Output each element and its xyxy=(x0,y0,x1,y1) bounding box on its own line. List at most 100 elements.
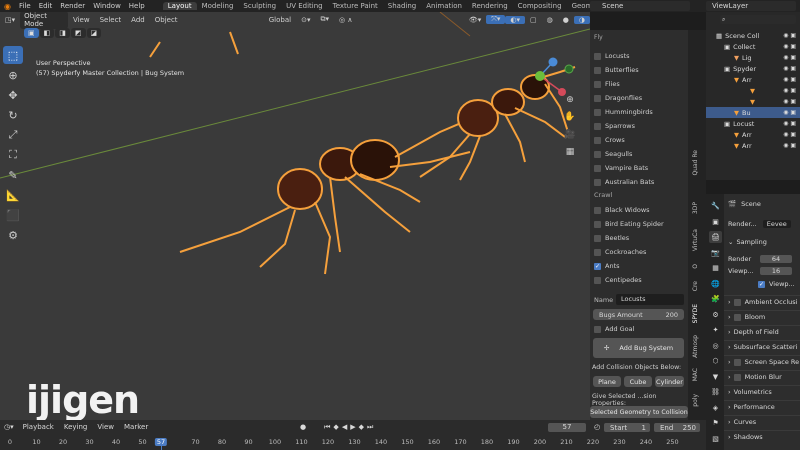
workspace-tab-modeling[interactable]: Modeling xyxy=(197,2,239,10)
outliner-row[interactable]: ▣ Spyder ◉ ▣ xyxy=(706,63,800,74)
properties-panel-header[interactable]: › Performance xyxy=(728,401,775,413)
properties-panel-header[interactable]: › Volumetrics xyxy=(728,386,772,398)
transform-tool-icon[interactable]: ⛶ xyxy=(3,146,23,164)
bug-option-row[interactable]: Bird Eating Spider xyxy=(594,218,664,230)
bugs-amount-slider[interactable]: Bugs Amount 200 xyxy=(593,309,684,320)
bug-option-row[interactable]: Crows xyxy=(594,134,625,146)
bug-option-checkbox[interactable]: ✓ xyxy=(594,262,601,270)
visibility-eye-icon[interactable]: ◉ ▣ xyxy=(783,120,796,127)
bug-option-checkbox[interactable] xyxy=(594,94,601,102)
zoom-view-icon[interactable]: ⊕ xyxy=(563,93,577,107)
timeline-frame-ruler[interactable]: 0 10 20 30 40 50 57 70 80 90 100 110 120 130 140 150 160… xyxy=(0,420,706,450)
viewport-denoise-row[interactable]: ✓ Viewp... xyxy=(758,278,795,290)
bug-option-row[interactable]: Dragonflies xyxy=(594,92,642,104)
transform-orientation[interactable]: Global xyxy=(264,16,296,24)
selected-geometry-collision-button[interactable]: Selected Geometry to Collision xyxy=(590,406,688,418)
scene-name[interactable]: Scene xyxy=(590,1,690,11)
select-mode-invert-icon[interactable]: ◩ xyxy=(70,28,86,38)
camera-view-icon[interactable]: 🎥 xyxy=(563,128,577,142)
outliner-row[interactable]: ▣ Collect ◉ ▣ xyxy=(706,41,800,52)
select-mode-new-icon[interactable]: ▣ xyxy=(24,28,39,38)
bug-option-checkbox[interactable] xyxy=(594,52,601,60)
properties-panel-header[interactable]: › Shadows xyxy=(728,431,763,443)
outliner-row[interactable]: ▼ ◉ ▣ xyxy=(706,85,800,96)
menu-render[interactable]: Render xyxy=(56,2,89,10)
bug-option-checkbox[interactable] xyxy=(594,66,601,74)
sampling-panel-header[interactable]: ⌄ Sampling xyxy=(728,236,767,248)
tab-atmosphere[interactable]: Atmosp xyxy=(692,335,699,358)
editor-type-icon[interactable]: ◳▾ xyxy=(0,16,20,24)
visibility-eye-icon[interactable]: ◉ ▣ xyxy=(783,43,796,50)
scene-selector[interactable]: Scene xyxy=(590,1,690,11)
viewport-samples-field[interactable]: 16 xyxy=(760,267,792,275)
bug-option-row[interactable]: Hummingbirds xyxy=(594,106,653,118)
visibility-eye-icon[interactable]: ◉ ▣ xyxy=(783,76,796,83)
mode-selector[interactable]: Object Mode xyxy=(20,12,68,29)
properties-tab-icon[interactable]: ✦ xyxy=(709,324,722,336)
workspace-tab-rendering[interactable]: Rendering xyxy=(467,2,513,10)
menu-help[interactable]: Help xyxy=(125,2,149,10)
tab-spyderfy[interactable]: SPYDE xyxy=(692,304,699,323)
bug-option-checkbox[interactable] xyxy=(594,276,601,284)
ortho-toggle-icon[interactable]: ▦ xyxy=(563,145,577,159)
bug-option-checkbox[interactable] xyxy=(594,122,601,130)
bug-option-row[interactable]: Centipedes xyxy=(594,274,642,286)
render-engine-select[interactable]: Eevee xyxy=(762,220,791,228)
viewport-menu-add[interactable]: Add xyxy=(126,16,150,24)
gizmo-toggle-icon[interactable]: ⤧▾ xyxy=(486,15,506,24)
menu-edit[interactable]: Edit xyxy=(35,2,57,10)
visibility-eye-icon[interactable]: ◉ ▣ xyxy=(783,98,796,105)
playhead-line[interactable] xyxy=(161,446,163,450)
panel-enable-checkbox[interactable] xyxy=(733,298,741,306)
pan-view-icon[interactable]: ✋ xyxy=(563,110,577,124)
overlay-toggle-icon[interactable]: ◐▾ xyxy=(505,15,526,24)
properties-tab-icon[interactable]: ▣ xyxy=(709,216,722,228)
workspace-tab-uv-editing[interactable]: UV Editing xyxy=(281,2,328,10)
tab-create[interactable]: Cre xyxy=(692,281,699,291)
tab-quad-remesher[interactable]: Quad Re xyxy=(692,150,699,176)
bug-option-checkbox[interactable] xyxy=(594,234,601,242)
properties-tab-icon[interactable]: ⚙ xyxy=(709,309,722,321)
outliner-row[interactable]: ▼ Bu ◉ ▣ xyxy=(706,107,800,118)
visibility-icon[interactable]: 👁▾ xyxy=(464,16,486,24)
panel-enable-checkbox[interactable] xyxy=(733,313,741,321)
bug-option-row[interactable]: Butterflies xyxy=(594,64,639,76)
bug-option-row[interactable]: Locusts xyxy=(594,50,630,62)
properties-tab-icon[interactable]: 📷 xyxy=(709,247,722,259)
name-field[interactable]: Locusts xyxy=(616,294,684,305)
properties-panel-header[interactable]: › Screen Space Re xyxy=(728,356,799,368)
visibility-eye-icon[interactable]: ◉ ▣ xyxy=(783,131,796,138)
bug-option-checkbox[interactable] xyxy=(594,178,601,186)
bug-option-checkbox[interactable] xyxy=(594,150,601,158)
workspace-tab-layout[interactable]: Layout xyxy=(162,2,197,10)
add-cube-tool-icon[interactable]: ⬛ xyxy=(3,206,23,224)
add-bug-system-button[interactable]: ✢ Add Bug System xyxy=(593,338,684,358)
workspace-tab-texture-paint[interactable]: Texture Paint xyxy=(328,2,383,10)
xray-icon[interactable]: ▢ xyxy=(525,16,542,24)
proportional-edit-icon[interactable]: ◎ ∧ xyxy=(334,16,357,24)
viewport-denoise-check[interactable]: ✓ xyxy=(758,280,765,288)
view-layer-selector[interactable]: ViewLayer xyxy=(706,1,796,11)
bug-option-checkbox[interactable] xyxy=(594,108,601,116)
bug-option-row[interactable]: Sparrows xyxy=(594,120,635,132)
bug-option-row[interactable]: Cockroaches xyxy=(594,246,646,258)
bug-option-checkbox[interactable] xyxy=(594,164,601,172)
visibility-eye-icon[interactable]: ◉ ▣ xyxy=(783,65,796,72)
properties-tab-icon[interactable]: ⬡ xyxy=(709,355,722,367)
tab-virtucamera[interactable]: VirtuCa xyxy=(692,229,699,251)
scale-tool-icon[interactable]: ⤢ xyxy=(3,126,23,144)
bug-option-checkbox[interactable] xyxy=(594,248,601,256)
menu-window[interactable]: Window xyxy=(89,2,125,10)
panel-enable-checkbox[interactable] xyxy=(733,373,741,381)
select-mode-intersect-icon[interactable]: ◪ xyxy=(86,28,102,38)
cursor-tool-icon[interactable]: ⊕ xyxy=(3,66,23,84)
collision-cylinder-button[interactable]: Cylinder xyxy=(655,376,684,387)
select-mode-extend-icon[interactable]: ◧ xyxy=(39,28,55,38)
outliner-row[interactable]: ▼ Arr ◉ ▣ xyxy=(706,129,800,140)
properties-tab-icon[interactable]: ▧ xyxy=(709,433,722,445)
bug-option-row[interactable]: Beetles xyxy=(594,232,629,244)
bug-option-row[interactable]: Australian Bats xyxy=(594,176,654,188)
bug-option-row[interactable]: Flies xyxy=(594,78,620,90)
workspace-tab-animation[interactable]: Animation xyxy=(421,2,467,10)
properties-tab-icon[interactable]: ▼ xyxy=(709,371,722,383)
